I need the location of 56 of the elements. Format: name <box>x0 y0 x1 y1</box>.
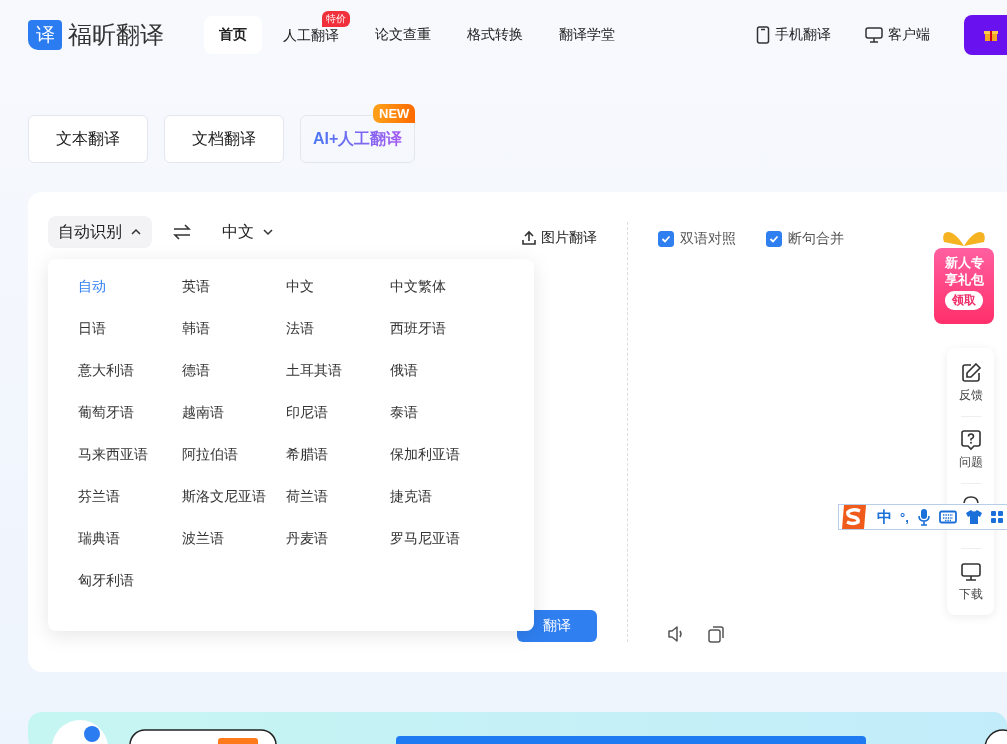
language-option[interactable]: 越南语 <box>182 404 224 422</box>
language-option[interactable]: 德语 <box>182 362 210 380</box>
language-option[interactable]: 泰语 <box>390 404 418 422</box>
language-option[interactable]: 希腊语 <box>286 446 328 464</box>
language-option[interactable]: 法语 <box>286 320 314 338</box>
language-option[interactable]: 捷克语 <box>390 488 432 506</box>
language-option[interactable]: 丹麦语 <box>286 530 328 548</box>
language-option[interactable]: 荷兰语 <box>286 488 328 506</box>
nav-tab[interactable]: 格式转换 <box>452 16 538 54</box>
target-language-select[interactable]: 中文 <box>212 216 284 248</box>
language-option[interactable]: 俄语 <box>390 362 418 380</box>
side-tool[interactable]: 下载 <box>958 559 983 605</box>
language-option[interactable]: 英语 <box>182 278 210 296</box>
mode-tab[interactable]: 文档翻译 <box>164 115 284 163</box>
language-option[interactable]: 保加利亚语 <box>390 446 460 464</box>
language-option[interactable]: 土耳其语 <box>286 362 342 380</box>
gift-card[interactable]: 新人专 享礼包 领取 <box>934 248 994 324</box>
language-option[interactable]: 意大利语 <box>78 362 134 380</box>
language-option[interactable]: 阿拉伯语 <box>182 446 238 464</box>
source-language-select[interactable]: 自动识别 <box>48 216 152 248</box>
mode-tab[interactable]: 文本翻译 <box>28 115 148 163</box>
nav-tab[interactable]: 首页 <box>204 16 262 54</box>
language-option[interactable]: 斯洛文尼亚语 <box>182 488 266 506</box>
language-option[interactable]: 西班牙语 <box>390 320 446 338</box>
nav-tab[interactable]: 人工翻译 <box>268 27 354 43</box>
language-option[interactable]: 中文 <box>286 278 314 296</box>
logo-text[interactable]: 福昕翻译 <box>68 19 164 51</box>
language-option[interactable]: 瑞典语 <box>78 530 120 548</box>
language-option[interactable]: 日语 <box>78 320 106 338</box>
option-label: 断句合并 <box>788 230 844 248</box>
language-option[interactable]: 韩语 <box>182 320 210 338</box>
promo-badge: 特价 <box>322 11 350 27</box>
language-option[interactable]: 中文繁体 <box>390 278 446 296</box>
language-option[interactable]: 芬兰语 <box>78 488 120 506</box>
nav-tab[interactable]: 翻译学堂 <box>544 16 630 54</box>
gift-text: 新人专 <box>944 254 984 271</box>
language-option[interactable]: 印尼语 <box>286 404 328 422</box>
header-link[interactable]: 手机翻译 <box>756 26 831 44</box>
language-option[interactable]: 匈牙利语 <box>78 572 134 590</box>
image-translate-link[interactable]: 图片翻译 <box>521 229 597 247</box>
language-option[interactable]: 葡萄牙语 <box>78 404 134 422</box>
option-label: 双语对照 <box>680 230 736 248</box>
ime-mode-toggle[interactable]: 中 <box>877 507 892 527</box>
side-tool[interactable]: 反馈 <box>958 360 983 406</box>
new-badge: NEW <box>373 104 416 123</box>
ime-punctuation-toggle[interactable]: °, <box>900 509 909 525</box>
nav-tab[interactable]: 论文查重 <box>360 16 446 54</box>
language-option[interactable]: 罗马尼亚语 <box>390 530 460 548</box>
language-option[interactable]: 马来西亚语 <box>78 446 148 464</box>
gift-text: 享礼包 <box>944 271 984 288</box>
logo-icon: 译 <box>28 20 62 50</box>
language-option[interactable]: 波兰语 <box>182 530 224 548</box>
header-link[interactable]: 客户端 <box>865 26 930 44</box>
language-option[interactable]: 自动 <box>78 278 106 296</box>
side-tool[interactable]: 问题 <box>958 427 983 473</box>
claim-button[interactable]: 领取 <box>945 291 983 310</box>
